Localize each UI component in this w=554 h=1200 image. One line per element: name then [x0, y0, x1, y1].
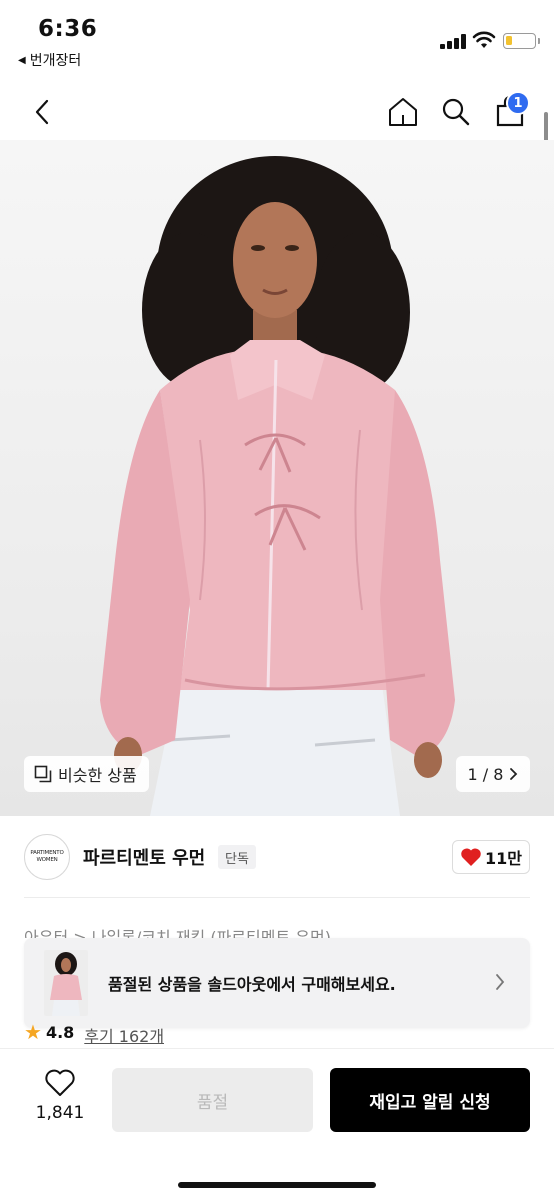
- product-image[interactable]: [0, 140, 554, 816]
- home-indicator[interactable]: [178, 1182, 376, 1188]
- copy-squares-icon: [34, 765, 52, 783]
- review-count-link[interactable]: 후기 162개: [84, 1024, 164, 1046]
- toast-product-thumbnail: [44, 950, 88, 1016]
- bottom-action-bar: 1,841 품절 재입고 알림 신청: [0, 1048, 554, 1200]
- back-to-app-link[interactable]: ◀ 번개장터: [18, 50, 81, 70]
- brand-like-count: 11만: [485, 849, 522, 868]
- star-icon: ★: [24, 1024, 42, 1044]
- battery-level: [506, 36, 512, 45]
- similar-items-button[interactable]: 비슷한 상품: [24, 756, 149, 792]
- battery-icon: [503, 33, 540, 49]
- home-button[interactable]: [383, 92, 423, 132]
- soldout-toast[interactable]: 품절된 상품을 솔드아웃에서 구매해보세요.: [24, 938, 530, 1028]
- cart-count-badge: 1: [506, 91, 530, 115]
- back-button[interactable]: [22, 92, 62, 132]
- search-button[interactable]: [436, 92, 476, 132]
- wishlist-button[interactable]: 1,841: [30, 1069, 90, 1123]
- top-nav: [0, 84, 554, 140]
- status-time: 6:36: [38, 16, 98, 42]
- soldout-button[interactable]: 품절: [112, 1068, 313, 1132]
- search-icon: [442, 98, 470, 126]
- heart-outline-icon: [45, 1069, 75, 1096]
- divider: [24, 897, 530, 898]
- exclusive-badge: 단독: [218, 845, 256, 869]
- image-page-indicator[interactable]: 1 / 8: [456, 756, 530, 792]
- chevron-right-icon: [496, 974, 505, 990]
- cellular-signal-icon: [440, 33, 466, 49]
- brand-row: PARTIMENTO WOMEN 파르티멘토 우먼 단독 11만: [0, 816, 554, 898]
- back-chevron-icon: [35, 99, 49, 125]
- status-bar: 6:36 ◀ 번개장터: [0, 0, 554, 80]
- category-breadcrumb[interactable]: 아우터 > 나일론/코치 재킷 (파르티멘토 우먼): [24, 920, 331, 938]
- home-icon: [389, 98, 417, 126]
- brand-name[interactable]: 파르티멘토 우먼: [83, 844, 205, 870]
- rating-row[interactable]: ★ 4.8 후기 162개: [24, 1024, 164, 1046]
- back-triangle-icon: ◀: [18, 54, 26, 66]
- toast-message: 품절된 상품을 솔드아웃에서 구매해보세요.: [108, 975, 396, 994]
- wifi-icon: [472, 31, 496, 48]
- brand-logo[interactable]: PARTIMENTO WOMEN: [24, 834, 70, 880]
- similar-items-label: 비슷한 상품: [58, 766, 137, 785]
- wishlist-count: 1,841: [35, 1103, 85, 1123]
- chevron-right-icon: [510, 768, 518, 780]
- heart-icon: [461, 848, 481, 866]
- brand-like-button[interactable]: 11만: [452, 840, 530, 874]
- restock-alert-button[interactable]: 재입고 알림 신청: [330, 1068, 530, 1132]
- model-photo: [100, 156, 455, 816]
- page-indicator-text: 1 / 8: [467, 764, 504, 784]
- rating-value: 4.8: [45, 1024, 75, 1042]
- back-app-label: 번개장터: [29, 53, 82, 69]
